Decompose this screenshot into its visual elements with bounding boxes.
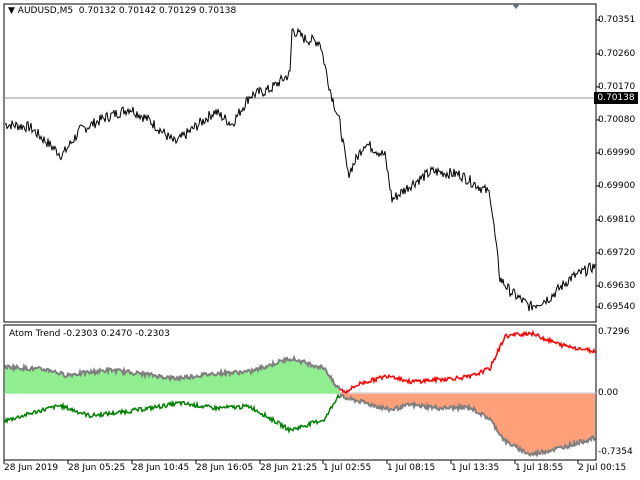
x-tick-label: 28 Jun 16:05: [196, 463, 254, 473]
x-tick-label: 28 Jun 21:25: [260, 463, 318, 473]
symbol-label: AUDUSD,M5: [17, 6, 74, 16]
price-series: [4, 27, 596, 312]
y-tick-label: 0.70351: [598, 15, 636, 25]
chart-shift-icon[interactable]: [512, 4, 520, 9]
indicator-y-tick-label: 0.00: [598, 388, 619, 398]
y-tick-label: 0.69720: [598, 248, 636, 258]
y-tick-label: 0.69900: [598, 181, 636, 191]
indicator-name: Atom Trend: [9, 329, 61, 339]
chart-canvas[interactable]: [0, 0, 640, 480]
x-tick-label: 1 Jul 18:55: [515, 463, 564, 473]
current-price-tag: 0.70138: [594, 92, 638, 104]
y-tick-label: 0.70080: [598, 115, 636, 125]
y-tick-label: 0.70170: [598, 82, 636, 92]
y-tick-label: 0.69810: [598, 215, 636, 225]
x-tick-label: 1 Jul 02:55: [323, 463, 372, 473]
ohlc-values: 0.70132 0.70142 0.70129 0.70138: [78, 6, 237, 16]
bull-signal-line: [4, 393, 341, 435]
x-tick-label: 2 Jul 00:15: [578, 463, 627, 473]
x-tick-label: 1 Jul 08:15: [387, 463, 436, 473]
indicator-y-tick-label: 0.7296: [598, 327, 630, 337]
y-tick-label: 0.69990: [598, 148, 636, 158]
price-line: [4, 27, 596, 312]
x-tick-label: 28 Jun 2019: [4, 463, 59, 473]
indicator-values: -0.2303 0.2470 -0.2303: [63, 329, 170, 339]
indicator-header: Atom Trend -0.2303 0.2470 -0.2303: [9, 329, 170, 339]
symbol-header: ▼ AUDUSD,M5 0.70132 0.70142 0.70129 0.70…: [8, 6, 236, 16]
x-tick-label: 28 Jun 05:25: [68, 463, 126, 473]
x-tick-label: 1 Jul 13:35: [451, 463, 500, 473]
indicator-series: [4, 329, 596, 459]
bear-signal-line: [339, 329, 596, 395]
y-tick-label: 0.69630: [598, 281, 636, 291]
indicator-y-tick-label: -0.7354: [598, 447, 633, 457]
main-panel-frame: [3, 3, 597, 323]
bear-area: [340, 393, 595, 456]
y-tick-label: 0.70260: [598, 49, 636, 59]
x-tick-label: 28 Jun 10:45: [132, 463, 190, 473]
y-tick-label: 0.69540: [598, 302, 636, 312]
symbol-dropdown-icon[interactable]: ▼: [8, 6, 15, 16]
